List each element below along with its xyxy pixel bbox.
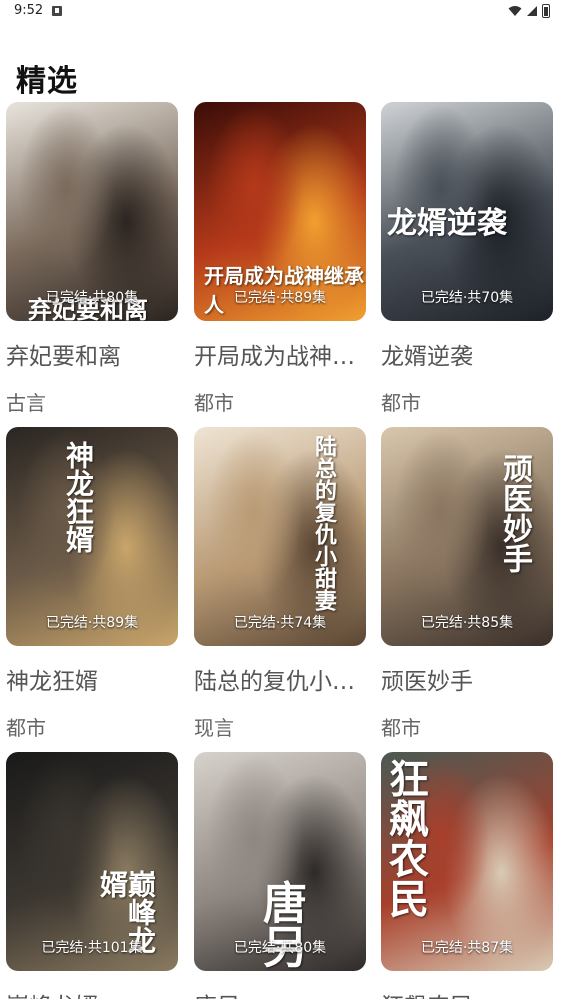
card-genre: 都市 — [381, 391, 421, 415]
episode-badge: 已完结·共89集 — [233, 290, 327, 306]
poster-image[interactable]: 龙婿逆袭已完结·共70集 — [381, 102, 553, 321]
card-title[interactable]: 龙婿逆袭 — [381, 337, 553, 371]
episode-badge: 已完结·共74集 — [233, 615, 327, 631]
card-title[interactable]: 巅峰龙婿 — [6, 987, 178, 999]
drama-card[interactable]: 神龙狂婿 已完结·共89集 神龙狂婿 都市 — [6, 427, 178, 741]
drama-card[interactable]: 陆总的复仇小甜妻 已完结·共74集 陆总的复仇小甜妻 现言 — [194, 427, 366, 741]
episode-badge: 已完结·共89集 — [45, 615, 139, 631]
card-title[interactable]: 开局成为战神继承人 — [194, 337, 366, 371]
notification-icon — [52, 6, 62, 16]
card-title[interactable]: 唐另 — [194, 987, 366, 999]
poster-image[interactable]: 巅峰龙婿 已完结·共101集 — [6, 752, 178, 971]
cell-signal-icon — [527, 6, 537, 16]
status-icons — [508, 4, 550, 18]
episode-badge: 已完结·共85集 — [420, 615, 514, 631]
poster-image[interactable]: 开局成为战神继承人 已完结·共89集 — [194, 102, 366, 321]
section-title: 精选 — [16, 64, 78, 99]
card-genre: 古言 — [6, 391, 46, 415]
poster-image[interactable]: 唐另 已完结·共80集 — [194, 752, 366, 971]
wifi-icon — [508, 6, 522, 16]
card-title[interactable]: 顽医妙手 — [381, 662, 553, 696]
drama-card[interactable]: 狂飙农民已完结·共87集狂飙农民 — [381, 752, 553, 999]
episode-badge: 已完结·共101集 — [41, 940, 143, 956]
episode-badge: 已完结·共87集 — [420, 940, 514, 956]
card-genre: 都市 — [6, 716, 46, 740]
battery-icon — [542, 4, 550, 18]
card-title[interactable]: 陆总的复仇小甜妻 — [194, 662, 366, 696]
drama-card[interactable]: 弃妃要和离 已完结·共80集弃妃要和离古言 — [6, 102, 178, 416]
poster-image[interactable]: 顽医妙手已完结·共85集 — [381, 427, 553, 646]
card-genre: 都市 — [194, 391, 234, 415]
episode-badge: 已完结·共80集 — [233, 940, 327, 956]
poster-image[interactable]: 弃妃要和离 已完结·共80集 — [6, 102, 178, 321]
poster-overlay-title: 神龙狂婿 — [62, 441, 95, 553]
poster-overlay-title: 顽医妙手 — [497, 453, 532, 573]
card-title[interactable]: 狂飙农民 — [381, 987, 553, 999]
episode-badge: 已完结·共80集 — [45, 290, 139, 306]
poster-image[interactable]: 狂飙农民已完结·共87集 — [381, 752, 553, 971]
card-title[interactable]: 弃妃要和离 — [6, 337, 178, 371]
poster-overlay-title: 狂飙农民 — [382, 758, 428, 918]
drama-card[interactable]: 巅峰龙婿已完结·共101集巅峰龙婿 — [6, 752, 178, 999]
poster-overlay-title: 龙婿逆袭 — [387, 206, 507, 241]
card-title[interactable]: 神龙狂婿 — [6, 662, 178, 696]
status-time: 9:52 — [14, 3, 44, 18]
card-genre: 现言 — [194, 716, 234, 740]
drama-card[interactable]: 开局成为战神继承人已完结·共89集开局成为战神继承人都市 — [194, 102, 366, 416]
drama-card[interactable]: 顽医妙手 已完结·共85集 顽医妙手 都市 — [381, 427, 553, 741]
card-genre: 都市 — [381, 716, 421, 740]
poster-image[interactable]: 陆总的复仇小甜妻已完结·共74集 — [194, 427, 366, 646]
poster-image[interactable]: 神龙狂婿已完结·共89集 — [6, 427, 178, 646]
poster-overlay-title: 陆总的复仇小甜妻 — [311, 435, 336, 611]
status-bar: 9:52 — [0, 0, 562, 24]
drama-grid: 弃妃要和离 已完结·共80集 弃妃要和离 古言 开局成为战神继承人 已完结·共89集 开局成… — [6, 102, 556, 999]
episode-badge: 已完结·共70集 — [420, 290, 514, 306]
drama-card[interactable]: 龙婿逆袭 已完结·共70集 龙婿逆袭 都市 — [381, 102, 553, 416]
drama-card[interactable]: 唐另已完结·共80集唐另 — [194, 752, 366, 999]
